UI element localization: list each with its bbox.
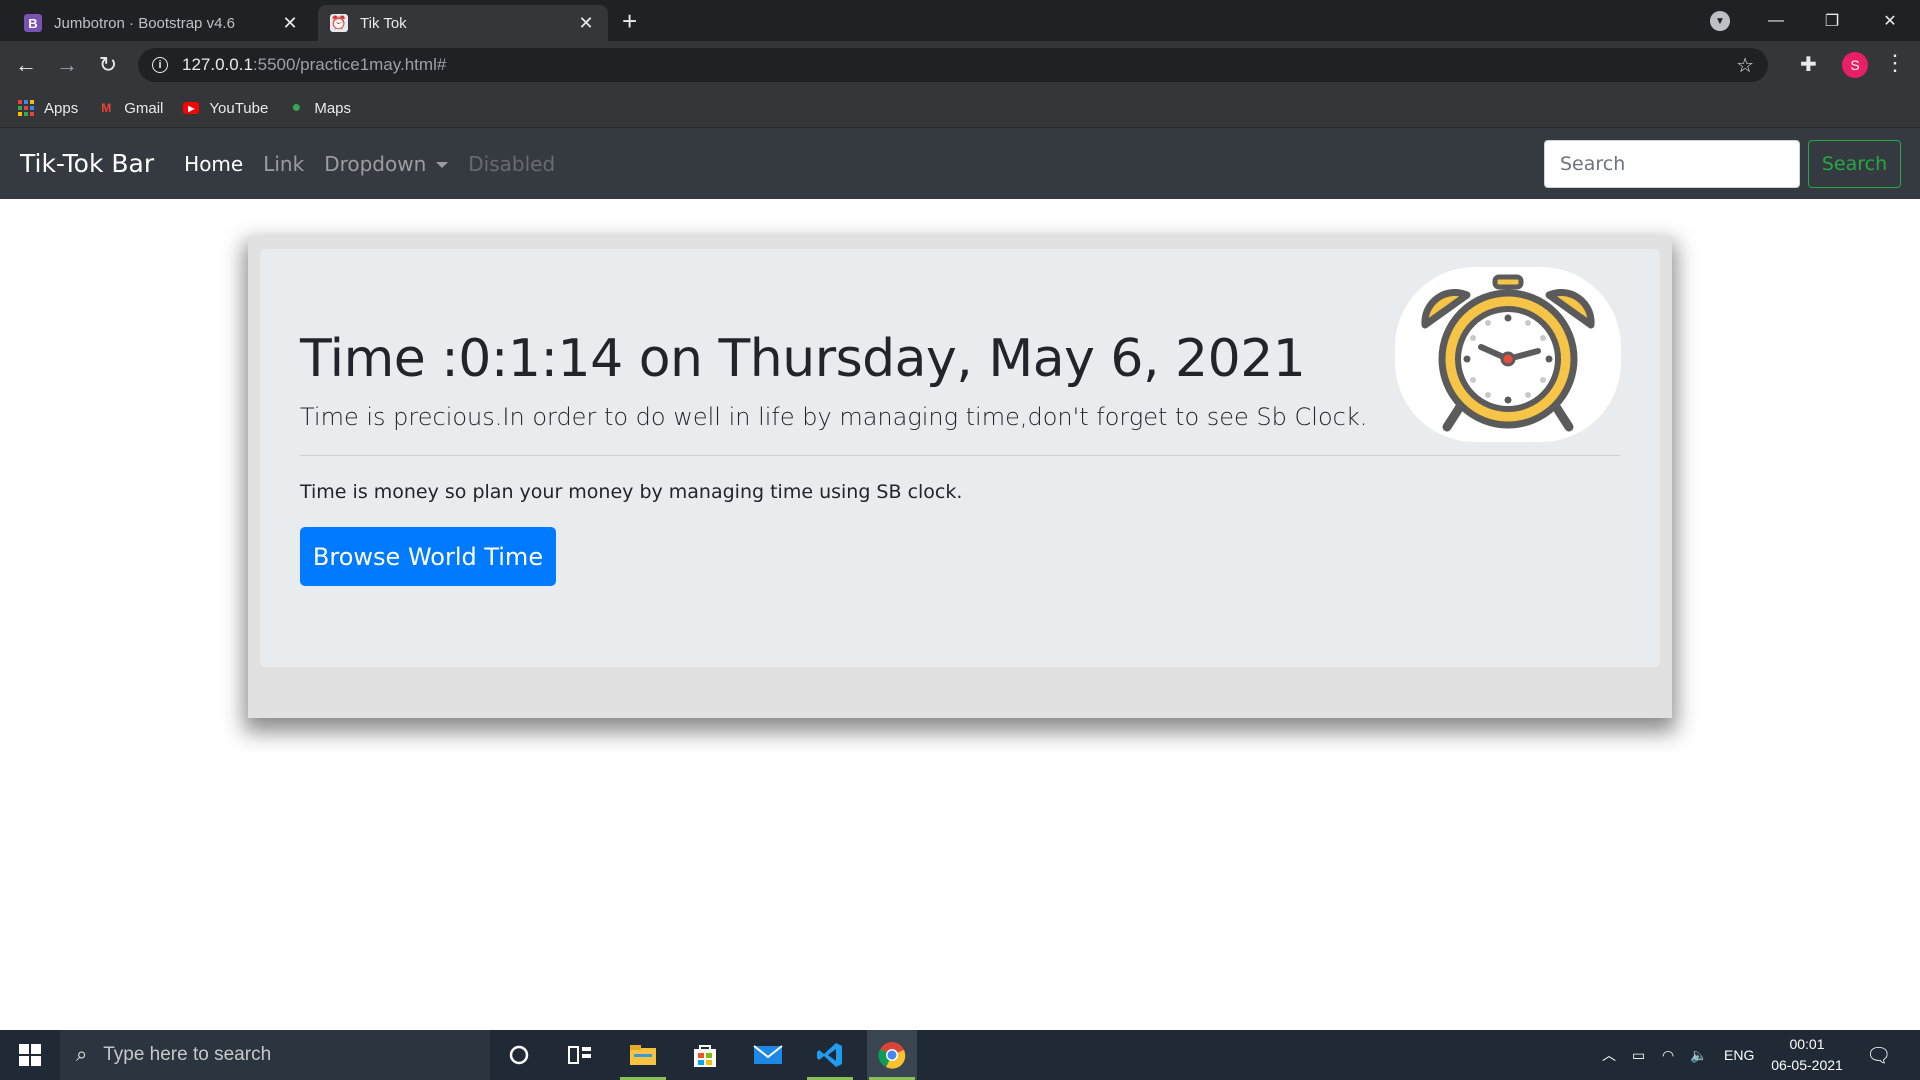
- new-tab-icon[interactable]: +: [622, 6, 637, 36]
- extensions-puzzle-icon[interactable]: ✚: [1800, 52, 1817, 77]
- bookmark-label: YouTube: [209, 99, 269, 117]
- body-text: Time is money so plan your money by mana…: [300, 481, 963, 503]
- search-icon: ⌕: [76, 1043, 88, 1066]
- maps-icon: ●: [291, 99, 302, 116]
- browser-tab-strip: B Jumbotron · Bootstrap v4.6 ✕ ⏰ Tik Tok…: [0, 0, 1920, 41]
- time-heading: Time :0:1:14 on Thursday, May 6, 2021: [300, 329, 1306, 389]
- url-path: :5500/practice1may.html#: [252, 55, 447, 74]
- alarm-clock-icon: [1421, 274, 1595, 432]
- reload-icon[interactable]: ↻: [92, 49, 124, 81]
- tab-jumbotron[interactable]: B Jumbotron · Bootstrap v4.6 ✕: [12, 5, 312, 41]
- tab-search-icon[interactable]: ▼: [1710, 11, 1730, 31]
- navbar-brand[interactable]: Tik-Tok Bar: [20, 149, 154, 178]
- close-tab-icon[interactable]: ✕: [280, 13, 300, 34]
- bookmark-label: Maps: [314, 99, 352, 117]
- restore-icon[interactable]: ❐: [1804, 0, 1860, 41]
- store-icon[interactable]: [680, 1030, 730, 1080]
- taskbar-time: 00:01: [1789, 1036, 1825, 1052]
- windows-logo-icon: [19, 1044, 41, 1066]
- close-tab-icon[interactable]: ✕: [576, 13, 596, 34]
- chrome-icon[interactable]: [867, 1030, 917, 1080]
- gmail-icon: M: [101, 101, 112, 115]
- windows-taskbar: ⌕ Type here to search ︿ ▭ ◠ 🔈 ENG 00:01 …: [0, 1030, 1920, 1080]
- jumbotron: Time :0:1:14 on Thursday, May 6, 2021 Ti…: [260, 249, 1660, 667]
- notifications-icon[interactable]: 🗨: [1866, 1030, 1891, 1080]
- clock-favicon-icon: ⏰: [330, 14, 348, 32]
- bookmark-apps[interactable]: Apps: [18, 100, 78, 117]
- nav-link-disabled: Disabled: [468, 151, 556, 176]
- close-window-icon[interactable]: ✕: [1862, 0, 1918, 41]
- browse-world-time-button[interactable]: Browse World Time: [300, 527, 556, 586]
- bookmark-maps[interactable]: ● Maps: [288, 99, 352, 117]
- site-info-icon[interactable]: i: [152, 57, 168, 73]
- bookmark-gmail[interactable]: M Gmail: [98, 100, 163, 117]
- nav-dropdown-label: Dropdown: [324, 151, 427, 176]
- task-view-icon[interactable]: [555, 1030, 605, 1080]
- bookmark-label: Gmail: [124, 99, 164, 117]
- taskbar-clock[interactable]: 00:01 06-05-2021: [1762, 1034, 1852, 1076]
- address-bar[interactable]: i 127.0.0.1:5500/practice1may.html# ☆: [138, 48, 1768, 82]
- alarm-clock-image: [1395, 267, 1621, 442]
- taskbar-date: 06-05-2021: [1771, 1057, 1843, 1073]
- nav-link-home[interactable]: Home: [184, 152, 243, 176]
- caret-down-icon: [436, 162, 449, 168]
- lead-text: Time is precious.In order to do well in …: [300, 403, 1368, 431]
- browser-menu-icon[interactable]: ⋮: [1884, 50, 1906, 76]
- navbar-search-input[interactable]: [1544, 140, 1800, 188]
- windows-start-button[interactable]: [0, 1030, 60, 1080]
- nav-dropdown[interactable]: Dropdown: [324, 151, 449, 176]
- cortana-icon[interactable]: [494, 1030, 544, 1080]
- browser-toolbar: ← → ↻ i 127.0.0.1:5500/practice1may.html…: [0, 41, 1920, 89]
- bookmark-youtube[interactable]: ▶ YouTube: [183, 100, 268, 117]
- tab-tiktok[interactable]: ⏰ Tik Tok ✕: [318, 5, 608, 41]
- battery-icon[interactable]: ▭: [1632, 1030, 1645, 1080]
- forward-icon[interactable]: →: [51, 49, 83, 81]
- nav-link-link[interactable]: Link: [263, 152, 304, 176]
- bookmark-label: Apps: [44, 99, 79, 117]
- navbar-search-button[interactable]: Search: [1808, 140, 1901, 188]
- url-host: 127.0.0.1: [182, 55, 253, 74]
- file-explorer-icon[interactable]: [618, 1030, 668, 1080]
- back-icon[interactable]: ←: [10, 49, 42, 81]
- language-indicator[interactable]: ENG: [1724, 1030, 1754, 1080]
- mail-icon[interactable]: [743, 1030, 793, 1080]
- divider: [300, 455, 1620, 456]
- apps-grid-icon: [18, 100, 34, 116]
- network-icon[interactable]: ◠: [1662, 1030, 1674, 1080]
- tab-title: Jumbotron · Bootstrap v4.6: [54, 14, 235, 32]
- profile-avatar[interactable]: S: [1842, 52, 1868, 78]
- taskbar-search-placeholder: Type here to search: [103, 1044, 272, 1065]
- volume-icon[interactable]: 🔈: [1690, 1030, 1707, 1080]
- site-navbar: Tik-Tok Bar Home Link Dropdown Disabled …: [0, 128, 1920, 199]
- tab-title: Tik Tok: [360, 14, 407, 32]
- bootstrap-favicon-icon: B: [24, 14, 42, 32]
- bookmark-star-icon[interactable]: ☆: [1736, 53, 1754, 78]
- bookmarks-bar: Apps M Gmail ▶ YouTube ● Maps: [0, 89, 1920, 128]
- minimize-icon[interactable]: —: [1748, 0, 1804, 41]
- show-hidden-icons[interactable]: ︿: [1602, 1030, 1616, 1080]
- youtube-icon: ▶: [183, 102, 200, 114]
- taskbar-search-box[interactable]: ⌕ Type here to search: [60, 1030, 490, 1080]
- vscode-icon[interactable]: [805, 1030, 855, 1080]
